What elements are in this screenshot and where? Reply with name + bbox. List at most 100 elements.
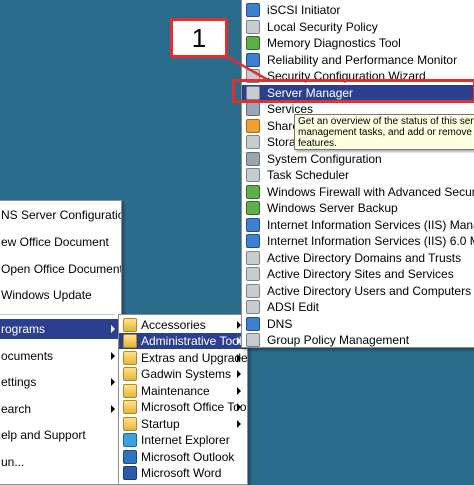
- programs-item-label: Internet Explorer: [141, 433, 230, 447]
- submenu-arrow-icon: [237, 420, 241, 428]
- ad-users-icon: [246, 284, 260, 298]
- start-item-label: earch: [1, 402, 32, 416]
- start-item-search[interactable]: earch: [0, 401, 121, 417]
- programs-menu: Accessories Administrative Tools Extras …: [118, 314, 248, 485]
- backup-icon: [246, 201, 260, 215]
- start-item-windows-update[interactable]: Windows Update: [0, 287, 121, 303]
- start-item-label: NS Server Configuration: [1, 208, 121, 222]
- admin-item-label: Windows Firewall with Advanced Security: [267, 185, 474, 199]
- dns-icon: [246, 317, 260, 331]
- submenu-arrow-icon: [237, 403, 241, 411]
- admin-item-label: DNS: [267, 317, 293, 331]
- folder-icon: [123, 334, 137, 348]
- start-item-label: elp and Support: [1, 428, 86, 442]
- monitor-icon: [246, 53, 260, 67]
- programs-item-label: Microsoft Word: [141, 466, 222, 480]
- submenu-arrow-icon: [237, 370, 241, 378]
- admin-item-dns[interactable]: DNS: [242, 316, 474, 332]
- submenu-arrow-icon: [111, 378, 115, 386]
- admin-item-ad-domains-trusts[interactable]: Active Directory Domains and Trusts: [242, 250, 474, 266]
- admin-item-windows-server-backup[interactable]: Windows Server Backup: [242, 200, 474, 216]
- programs-item-label: Accessories: [141, 318, 206, 332]
- admin-item-reliability-performance-monitor[interactable]: Reliability and Performance Monitor: [242, 52, 474, 68]
- admin-item-task-scheduler[interactable]: Task Scheduler: [242, 167, 474, 183]
- submenu-arrow-icon: [111, 405, 115, 413]
- admin-item-label: ADSI Edit: [267, 300, 320, 314]
- submenu-arrow-icon: [237, 387, 241, 395]
- task-scheduler-icon: [246, 168, 260, 182]
- submenu-arrow-icon: [111, 352, 115, 360]
- folder-icon: [123, 367, 137, 381]
- start-item-new-office-document[interactable]: ew Office Document: [0, 234, 121, 250]
- programs-item-microsoft-word[interactable]: Microsoft Word: [119, 465, 247, 481]
- start-item-open-office-document[interactable]: Open Office Document: [0, 261, 121, 277]
- storage-icon: [246, 135, 260, 149]
- start-item-dns-server-configuration[interactable]: NS Server Configuration: [0, 207, 121, 223]
- admin-item-label: Task Scheduler: [267, 168, 350, 182]
- programs-item-extras-and-upgrades[interactable]: Extras and Upgrades: [119, 350, 247, 366]
- programs-item-startup[interactable]: Startup: [119, 416, 247, 432]
- programs-item-accessories[interactable]: Accessories: [119, 317, 247, 333]
- iis-icon: [246, 218, 260, 232]
- folder-icon: [123, 417, 137, 431]
- folder-icon: [123, 400, 137, 414]
- start-menu-divider: [0, 314, 115, 315]
- programs-item-gadwin-systems[interactable]: Gadwin Systems: [119, 366, 247, 382]
- admin-item-label: Reliability and Performance Monitor: [267, 53, 458, 67]
- programs-item-microsoft-office-tools[interactable]: Microsoft Office Tools: [119, 399, 247, 415]
- admin-item-ad-users-computers[interactable]: Active Directory Users and Computers: [242, 283, 474, 299]
- admin-item-label: Internet Information Services (IIS) 6.0 …: [267, 234, 474, 248]
- admin-item-label: Active Directory Sites and Services: [267, 267, 454, 281]
- submenu-arrow-icon: [111, 325, 115, 333]
- programs-item-maintenance[interactable]: Maintenance: [119, 383, 247, 399]
- programs-item-internet-explorer[interactable]: Internet Explorer: [119, 432, 247, 448]
- admin-item-label: iSCSI Initiator: [267, 3, 341, 17]
- programs-item-microsoft-outlook[interactable]: Microsoft Outlook: [119, 449, 247, 465]
- programs-item-administrative-tools[interactable]: Administrative Tools: [119, 333, 247, 349]
- tooltip: Get an overview of the status of this se…: [294, 114, 474, 150]
- start-item-settings[interactable]: ettings: [0, 374, 121, 390]
- admin-item-windows-firewall[interactable]: Windows Firewall with Advanced Security: [242, 184, 474, 200]
- start-item-programs[interactable]: rograms: [0, 319, 121, 339]
- programs-item-label: Gadwin Systems: [141, 367, 232, 381]
- start-item-documents[interactable]: ocuments: [0, 348, 121, 364]
- firewall-icon: [246, 185, 260, 199]
- admin-item-adsi-edit[interactable]: ADSI Edit: [242, 299, 474, 315]
- outlook-icon: [123, 450, 137, 464]
- admin-item-iis6-manager[interactable]: Internet Information Services (IIS) 6.0 …: [242, 233, 474, 249]
- word-icon: [123, 466, 137, 480]
- programs-item-label: Extras and Upgrades: [141, 351, 247, 365]
- group-policy-icon: [246, 333, 260, 347]
- tooltip-line: management tasks, and add or remove serv…: [298, 127, 474, 138]
- start-item-label: rograms: [1, 322, 46, 336]
- programs-item-label: Administrative Tools: [141, 334, 247, 348]
- programs-item-label: Microsoft Outlook: [141, 450, 235, 464]
- admin-item-label: Internet Information Services (IIS) Mana…: [267, 218, 474, 232]
- folder-icon: [123, 318, 137, 332]
- admin-item-label: Memory Diagnostics Tool: [267, 36, 401, 50]
- iscsi-icon: [246, 3, 260, 17]
- tooltip-line: Get an overview of the status of this se…: [298, 116, 474, 127]
- admin-item-iscsi-initiator[interactable]: iSCSI Initiator: [242, 2, 474, 18]
- start-item-run[interactable]: un...: [0, 454, 121, 470]
- start-item-help-and-support[interactable]: elp and Support: [0, 427, 121, 443]
- internet-explorer-icon: [123, 433, 137, 447]
- admin-item-iis-manager[interactable]: Internet Information Services (IIS) Mana…: [242, 217, 474, 233]
- server-manager-highlight: [232, 79, 474, 103]
- programs-item-label: Microsoft Office Tools: [141, 400, 247, 414]
- start-item-label: ew Office Document: [1, 235, 109, 249]
- admin-item-group-policy-management[interactable]: Group Policy Management: [242, 332, 474, 348]
- admin-item-label: Active Directory Domains and Trusts: [267, 251, 462, 265]
- ad-sites-icon: [246, 267, 260, 281]
- admin-item-local-security-policy[interactable]: Local Security Policy: [242, 19, 474, 35]
- admin-item-system-configuration[interactable]: System Configuration: [242, 151, 474, 167]
- start-menu: NS Server Configuration ew Office Docume…: [0, 200, 122, 485]
- admin-item-ad-sites-services[interactable]: Active Directory Sites and Services: [242, 266, 474, 282]
- folder-icon: [123, 351, 137, 365]
- system-config-icon: [246, 152, 260, 166]
- admin-item-label: Group Policy Management: [267, 333, 410, 347]
- admin-item-memory-diagnostics-tool[interactable]: Memory Diagnostics Tool: [242, 35, 474, 51]
- security-policy-icon: [246, 20, 260, 34]
- start-item-label: un...: [1, 455, 25, 469]
- start-item-label: Windows Update: [1, 288, 92, 302]
